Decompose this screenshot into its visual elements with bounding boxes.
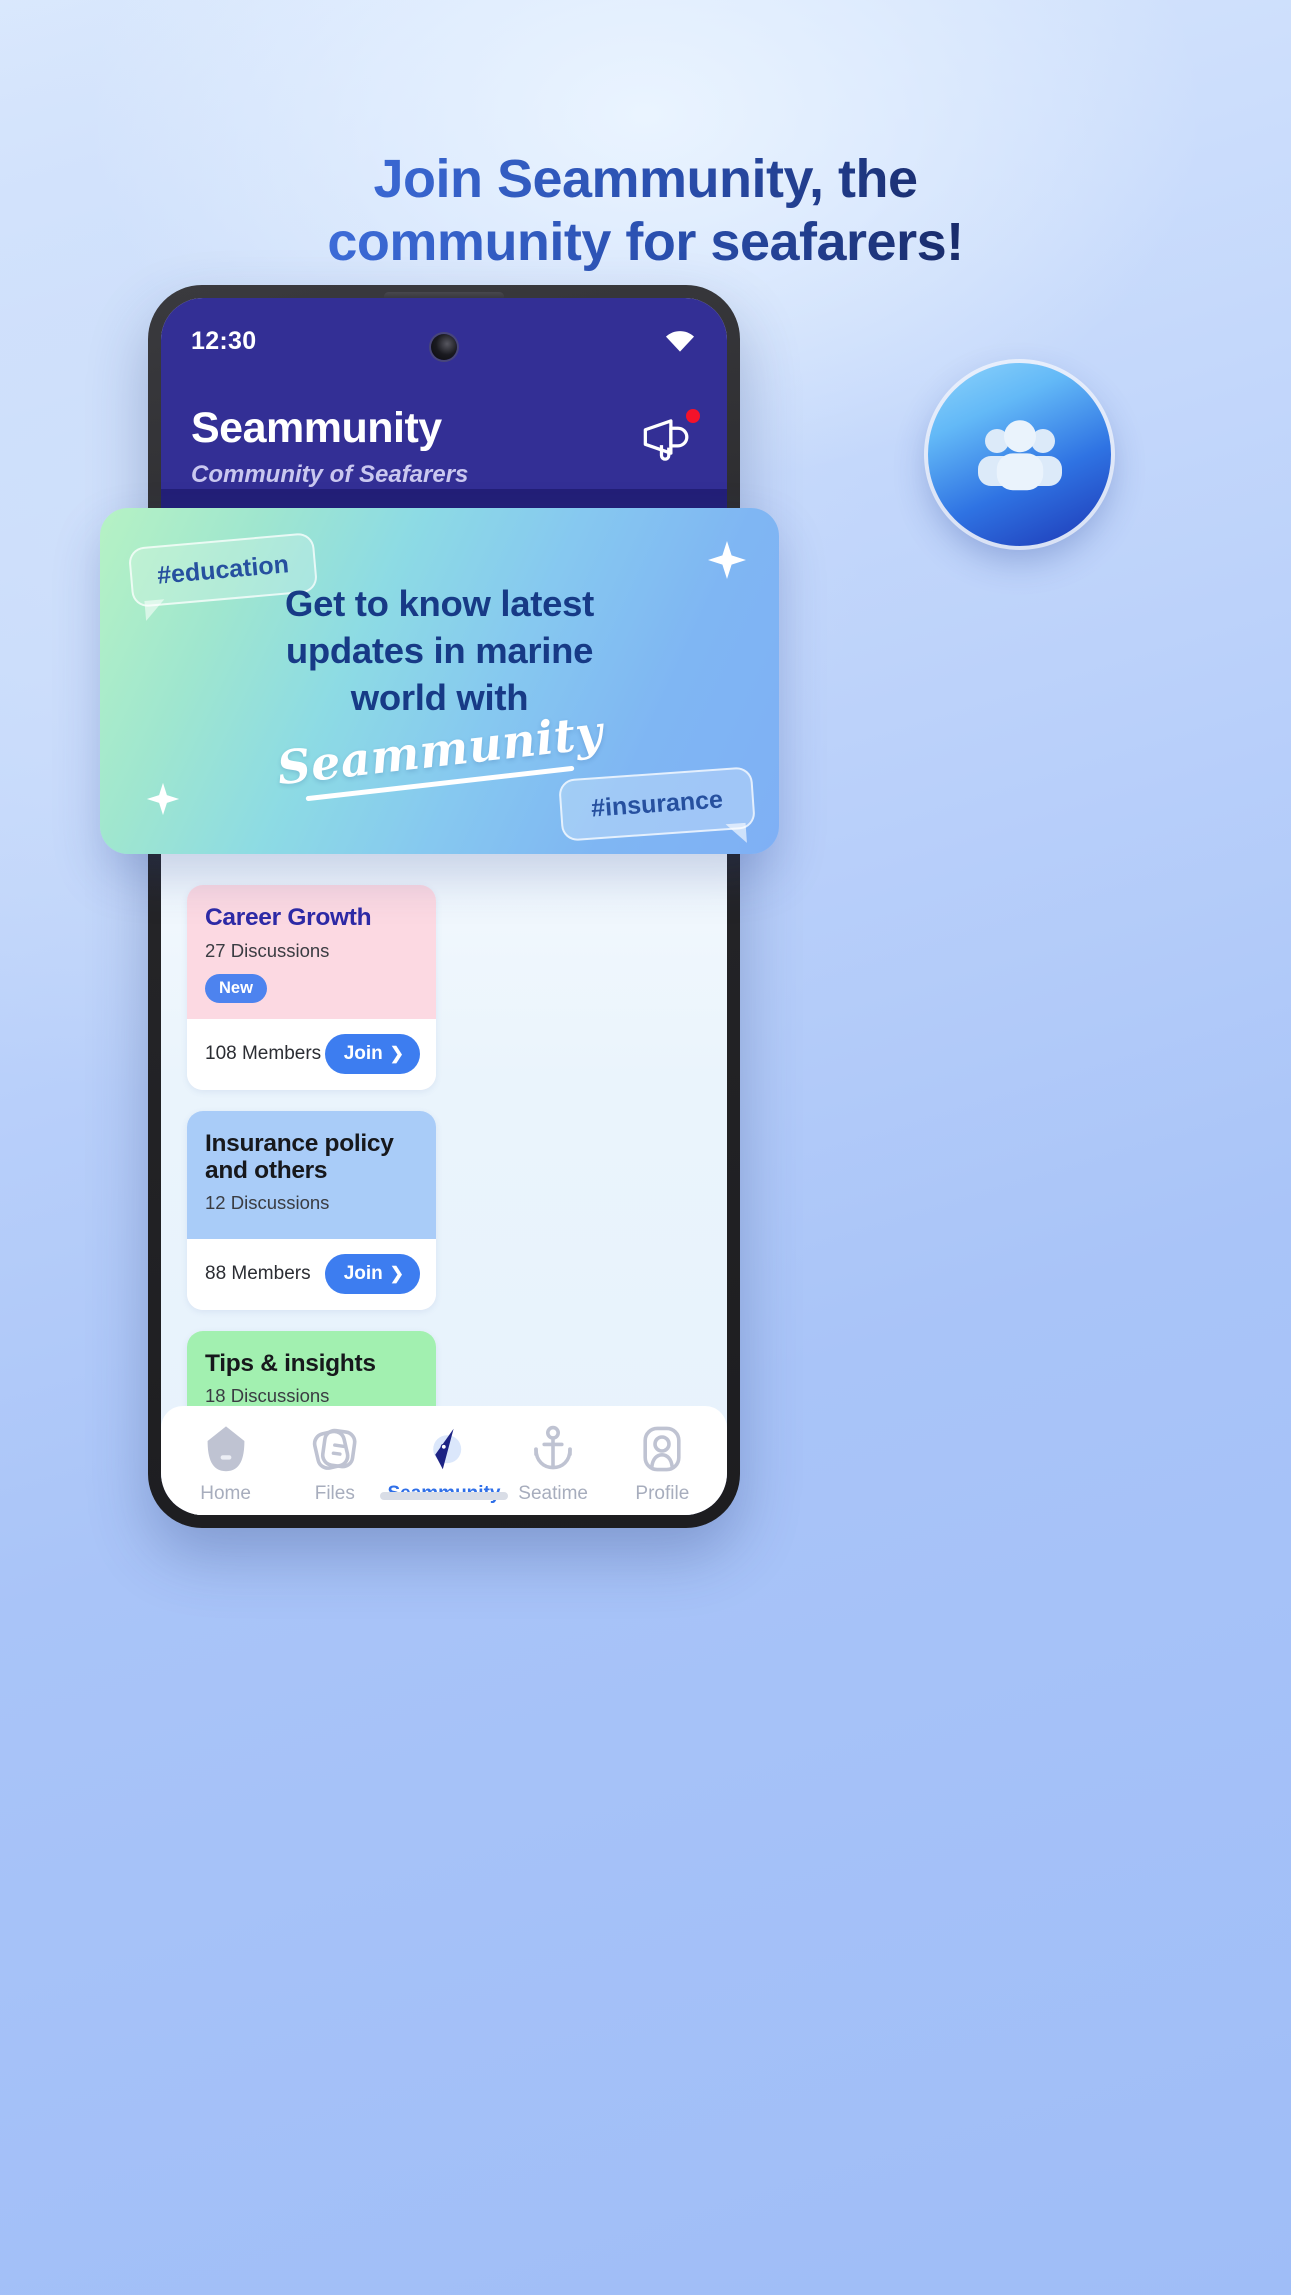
- group-members: 88 Members: [205, 1262, 311, 1284]
- page-headline: Join Seammunity, the community for seafa…: [0, 148, 1291, 273]
- group-members: 108 Members: [205, 1042, 322, 1064]
- nav-label: Profile: [635, 1483, 690, 1504]
- nav-item-files[interactable]: Files: [281, 1422, 389, 1505]
- promo-text-block: Get to know latest updates in marine wor…: [100, 580, 779, 802]
- wifi-icon: [665, 331, 695, 352]
- files-icon: [312, 1428, 357, 1470]
- sparkle-close-icon[interactable]: [707, 540, 747, 580]
- status-bar-clock: 12:30: [191, 326, 257, 355]
- bottom-navigation: Home Files Seatime Profile: [161, 1406, 727, 1515]
- group-name: Tips & insights: [205, 1349, 376, 1377]
- nav-label: Files: [314, 1483, 355, 1504]
- group-card-footer: 108 Members Join ❯: [187, 1018, 436, 1090]
- chevron-right-icon: ❯: [389, 1044, 404, 1064]
- nav-label: Seatime: [518, 1483, 588, 1504]
- app-title-row: Seammunity Community of Seafarers: [191, 362, 700, 489]
- nav-label: Home: [200, 1483, 251, 1504]
- chevron-right-icon: ❯: [389, 1264, 404, 1284]
- phone-mockup: 12:30 Seammunity Community of Seafarers: [148, 285, 740, 1528]
- hashtag-bubble-insurance[interactable]: #insurance: [558, 766, 756, 845]
- join-button[interactable]: Join ❯: [324, 1033, 420, 1074]
- promo-line-1: Get to know latest: [285, 583, 594, 624]
- join-button[interactable]: Join ❯: [324, 1253, 420, 1294]
- app-header: 12:30 Seammunity Community of Seafarers: [161, 298, 727, 490]
- promo-line-2: updates in marine: [285, 630, 594, 672]
- phone-screen: 12:30 Seammunity Community of Seafarers: [161, 298, 727, 1515]
- join-button-label: Join: [343, 1042, 383, 1064]
- home-icon: [207, 1426, 244, 1472]
- headline-line-2: community for seafarers!: [0, 211, 1291, 274]
- people-group-icon: [977, 419, 1062, 490]
- group-name: Insurance policy and others: [205, 1129, 394, 1185]
- compass-icon: [433, 1428, 462, 1470]
- promo-line-3: world with: [350, 677, 529, 719]
- group-card-footer: 88 Members Join ❯: [187, 1238, 436, 1310]
- group-new-badge: New: [205, 973, 267, 1003]
- community-badge: [928, 363, 1111, 546]
- group-card-header: Career Growth 27 Discussions New: [187, 885, 436, 1019]
- promo-overlay: #education Get to know latest updates in…: [100, 508, 779, 854]
- headline-line-1: Join Seammunity, the: [0, 148, 1291, 211]
- announcements-button[interactable]: [639, 409, 700, 467]
- app-title-block: Seammunity Community of Seafarers: [191, 404, 469, 489]
- front-camera-icon: [431, 334, 457, 360]
- group-discussions: 27 Discussions: [205, 939, 330, 961]
- sparkle-icon: [146, 782, 180, 816]
- notification-dot: [686, 409, 700, 423]
- group-card[interactable]: Career Growth 27 Discussions New 108 Mem…: [187, 885, 436, 1090]
- app-title: Seammunity: [191, 404, 442, 452]
- hashtag-insurance-label: #insurance: [590, 784, 724, 823]
- status-bar: 12:30: [191, 320, 697, 362]
- nav-item-profile[interactable]: Profile: [608, 1422, 716, 1505]
- app-subtitle: Community of Seafarers: [191, 461, 469, 489]
- bubble-tail: [725, 822, 747, 845]
- group-card[interactable]: Insurance policy and others 12 Discussio…: [187, 1110, 436, 1310]
- join-button-label: Join: [343, 1262, 383, 1284]
- group-discussions: 18 Discussions: [205, 1385, 330, 1407]
- nav-item-seatime[interactable]: Seatime: [499, 1422, 607, 1505]
- suggested-groups-sheet: Suggested groups for you Career Growth 2…: [161, 775, 727, 1515]
- group-name: Career Growth: [205, 904, 372, 932]
- nav-item-home[interactable]: Home: [172, 1422, 280, 1505]
- group-card-header: Insurance policy and others 12 Discussio…: [187, 1110, 436, 1239]
- anchor-icon: [534, 1425, 572, 1470]
- group-discussions: 12 Discussions: [205, 1192, 330, 1214]
- home-indicator: [380, 1492, 508, 1500]
- profile-icon: [643, 1426, 681, 1472]
